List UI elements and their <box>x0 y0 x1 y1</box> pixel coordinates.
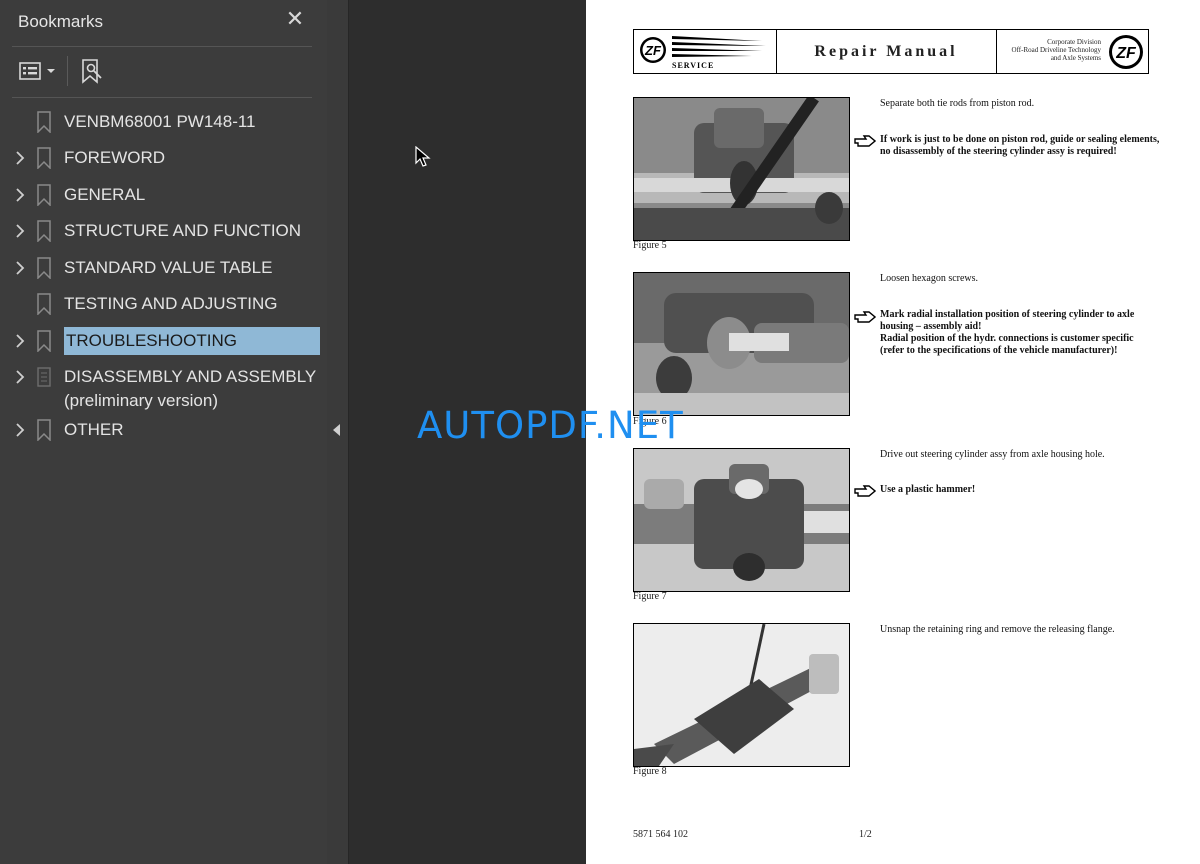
figure-caption: Figure 5 <box>633 240 667 251</box>
panel-header: Bookmarks ✕ <box>0 0 327 44</box>
figure-photo <box>633 272 850 416</box>
chevron-right-icon[interactable] <box>13 369 27 385</box>
bookmark-label: GENERAL <box>64 185 146 204</box>
bookmark-item[interactable]: FOREWORD <box>0 141 327 175</box>
mouse-cursor-icon <box>415 146 431 167</box>
collapse-left-icon[interactable] <box>333 424 340 436</box>
bookmark-icon <box>36 419 52 442</box>
corp-line: and Axle Systems <box>1050 54 1101 62</box>
bookmark-item[interactable]: GENERAL <box>0 178 327 212</box>
bookmark-item[interactable]: OTHER <box>0 413 327 447</box>
bookmark-item[interactable]: VENBM68001 PW148-11 <box>0 105 327 139</box>
bookmark-label: DISASSEMBLY AND ASSEMBLY <box>64 367 317 386</box>
bookmark-item-selected[interactable]: TROUBLESHOOTING <box>0 324 327 358</box>
document-number: 5871 564 102 <box>633 829 688 840</box>
chevron-right-icon[interactable] <box>13 187 27 203</box>
chevron-right-icon[interactable] <box>13 223 27 239</box>
figure-photo <box>633 623 850 767</box>
corp-line: Off-Road Driveline Technology <box>1011 46 1101 54</box>
toolbar-divider <box>67 56 68 86</box>
bookmark-icon <box>36 293 52 316</box>
divider <box>12 46 312 47</box>
figure-caption: Figure 8 <box>633 766 667 777</box>
bookmark-label-line2: (preliminary version) <box>64 391 218 410</box>
corp-line: Corporate Division <box>1047 38 1101 46</box>
bookmark-label: FOREWORD <box>64 148 166 167</box>
bookmark-search-icon[interactable] <box>80 58 104 84</box>
pointing-hand-icon <box>854 311 876 323</box>
page-header: ZF SERVICE Repair Manual Corporate Divis… <box>633 29 1149 74</box>
svg-text:ZF: ZF <box>644 43 662 58</box>
chevron-right-icon[interactable] <box>13 260 27 276</box>
figure-photo <box>633 97 850 241</box>
panel-toolbar <box>0 48 327 96</box>
pointing-hand-icon <box>854 135 876 147</box>
bookmark-label: STANDARD VALUE TABLE <box>64 258 273 277</box>
close-icon[interactable]: ✕ <box>284 8 306 30</box>
note-text: If work is just to be done on piston rod… <box>880 134 1160 157</box>
manual-title: Repair Manual <box>776 30 997 73</box>
bookmark-label: VENBM68001 PW148-11 <box>64 112 256 131</box>
pointing-hand-icon <box>854 485 876 497</box>
bookmark-item[interactable]: STANDARD VALUE TABLE <box>0 251 327 285</box>
bookmark-icon <box>36 111 52 134</box>
bookmarks-panel: Bookmarks ✕ VENBM68001 PW148-11 FOREWORD… <box>0 0 328 864</box>
chevron-right-icon[interactable] <box>13 422 27 438</box>
bookmark-icon <box>36 147 52 170</box>
bookmark-item[interactable]: DISASSEMBLY AND ASSEMBLY (preliminary ve… <box>0 360 327 410</box>
watermark-text: AUTOPDF.NET <box>417 404 684 447</box>
bookmark-icon <box>36 184 52 207</box>
instruction-text: Drive out steering cylinder assy from ax… <box>880 449 1105 460</box>
figure-caption: Figure 7 <box>633 591 667 602</box>
page-number: 1/2 <box>859 829 872 840</box>
note-text: Use a plastic hammer! <box>880 484 976 495</box>
panel-title: Bookmarks <box>18 12 104 31</box>
svg-text:ZF: ZF <box>1115 45 1137 62</box>
bookmark-item[interactable]: TESTING AND ADJUSTING <box>0 287 327 321</box>
instruction-text: Loosen hexagon screws. <box>880 273 979 284</box>
bookmark-label: STRUCTURE AND FUNCTION <box>64 221 302 240</box>
panel-collapse-strip[interactable] <box>327 0 349 864</box>
bookmark-item[interactable]: STRUCTURE AND FUNCTION <box>0 214 327 248</box>
document-bookmark-icon <box>36 366 52 388</box>
bookmark-icon <box>36 220 52 243</box>
service-label: SERVICE <box>672 61 715 70</box>
list-options-icon[interactable] <box>18 58 58 84</box>
bookmark-label: TROUBLESHOOTING <box>64 327 320 355</box>
bookmark-label: TESTING AND ADJUSTING <box>64 294 278 313</box>
figure-photo <box>633 448 850 592</box>
note-text: Radial position of the hydr. connections… <box>880 333 1134 356</box>
instruction-text: Separate both tie rods from piston rod. <box>880 98 1035 109</box>
note-text: Mark radial installation position of ste… <box>880 309 1135 332</box>
divider <box>12 97 312 98</box>
bookmark-icon <box>36 257 52 280</box>
chevron-right-icon[interactable] <box>13 150 27 166</box>
zf-service-logo: ZF SERVICE <box>634 30 777 73</box>
zf-logo: ZF <box>1109 35 1143 69</box>
chevron-right-icon[interactable] <box>13 333 27 349</box>
bookmark-label: OTHER <box>64 420 124 439</box>
corporate-division: Corporate Division Off-Road Driveline Te… <box>997 38 1101 62</box>
instruction-text: Unsnap the retaining ring and remove the… <box>880 624 1115 635</box>
bookmark-icon <box>36 330 52 353</box>
